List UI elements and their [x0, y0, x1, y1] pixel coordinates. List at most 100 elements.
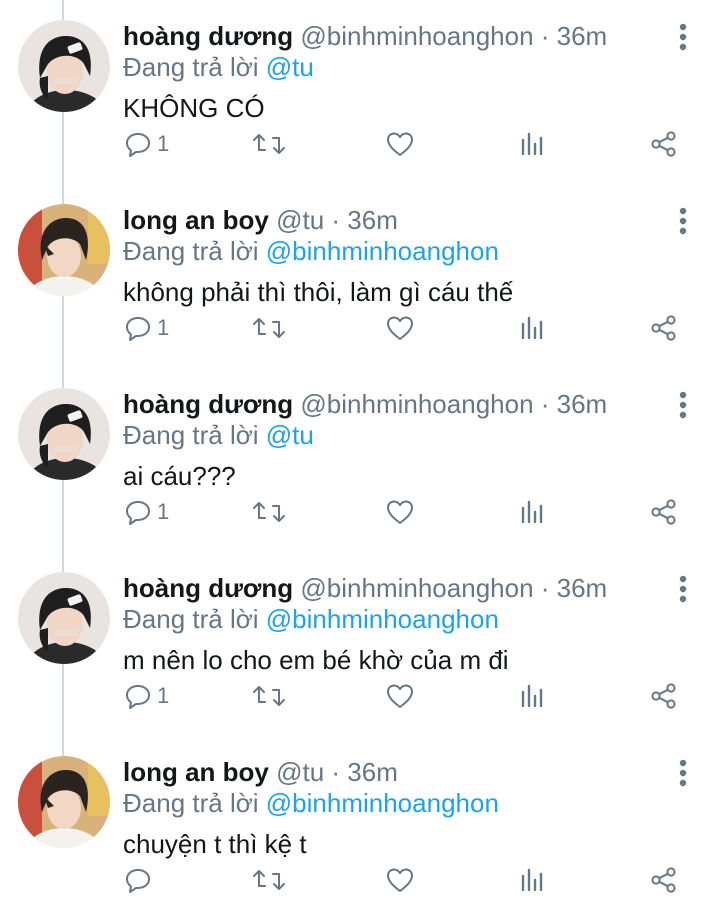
- tweet-actions: 1: [0, 308, 720, 348]
- share-icon: [651, 499, 676, 525]
- display-name[interactable]: hoàng dương: [123, 21, 293, 51]
- share-button[interactable]: [650, 124, 678, 164]
- avatar[interactable]: [18, 756, 110, 848]
- tweet-actions: 1: [0, 124, 720, 164]
- handle-and-time: @binhminhoanghon · 36m: [300, 573, 608, 603]
- replying-to: Đang trả lời @binhminhoanghon: [123, 787, 499, 819]
- handle-and-time: @tu · 36m: [276, 205, 398, 235]
- tweet-text: chuyện t thì kệ t: [123, 829, 307, 859]
- more-options-icon[interactable]: [670, 758, 696, 788]
- tweet-actions: [0, 860, 720, 900]
- heart-icon: [387, 684, 413, 708]
- retweet-button[interactable]: [252, 124, 286, 164]
- reply-button[interactable]: 1: [125, 492, 169, 532]
- mention-link[interactable]: @tu: [266, 420, 314, 450]
- avatar[interactable]: [18, 388, 110, 480]
- heart-icon: [387, 500, 413, 524]
- tweet-text: ai cáu???: [123, 461, 236, 491]
- tweet[interactable]: long an boy @tu · 36m Đang trả lời @binh…: [0, 184, 720, 368]
- avatar[interactable]: [18, 20, 110, 112]
- replying-to: Đang trả lời @binhminhoanghon: [123, 235, 499, 267]
- retweet-button[interactable]: [252, 308, 286, 348]
- handle-and-time: @binhminhoanghon · 36m: [300, 389, 608, 419]
- analytics-icon: [521, 868, 543, 892]
- tweet-text: m nên lo cho em bé khờ của m đi: [123, 645, 509, 675]
- replying-to-label: Đang trả lời: [123, 604, 266, 634]
- mention-link[interactable]: @binhminhoanghon: [266, 236, 499, 266]
- more-options-icon[interactable]: [670, 22, 696, 52]
- heart-icon: [387, 132, 413, 156]
- display-name[interactable]: long an boy: [123, 205, 269, 235]
- like-button[interactable]: [386, 860, 414, 900]
- heart-icon: [387, 316, 413, 340]
- tweet-text: không phải thì thôi, làm gì cáu thế: [123, 277, 514, 307]
- more-options-icon[interactable]: [670, 206, 696, 236]
- reply-button[interactable]: [125, 860, 157, 900]
- reply-icon: [126, 685, 150, 709]
- retweet-icon: [253, 686, 285, 706]
- replying-to: Đang trả lời @tu: [123, 419, 314, 451]
- tweet-actions: 1: [0, 676, 720, 716]
- avatar[interactable]: [18, 572, 110, 664]
- reply-button[interactable]: 1: [125, 676, 169, 716]
- avatar-hoang-duong-image: [18, 20, 110, 112]
- analytics-icon: [521, 132, 543, 156]
- tweet-header: long an boy @tu · 36m: [123, 204, 398, 236]
- tweet-actions: 1: [0, 492, 720, 532]
- avatar[interactable]: [18, 204, 110, 296]
- like-button[interactable]: [386, 308, 414, 348]
- like-button[interactable]: [386, 676, 414, 716]
- reply-icon: [126, 501, 150, 525]
- handle-and-time: @binhminhoanghon · 36m: [300, 21, 608, 51]
- reply-count: 1: [157, 131, 170, 156]
- like-button[interactable]: [386, 492, 414, 532]
- share-icon: [651, 315, 676, 341]
- tweet[interactable]: long an boy @tu · 36m Đang trả lời @binh…: [0, 736, 720, 920]
- retweet-button[interactable]: [252, 492, 286, 532]
- tweet-header: hoàng dương @binhminhoanghon · 36m: [123, 20, 607, 52]
- tweet[interactable]: hoàng dương @binhminhoanghon · 36m Đang …: [0, 552, 720, 736]
- share-icon: [651, 683, 676, 709]
- display-name[interactable]: hoàng dương: [123, 573, 293, 603]
- replying-to: Đang trả lời @tu: [123, 51, 314, 83]
- analytics-button[interactable]: [520, 124, 544, 164]
- more-options-icon[interactable]: [670, 574, 696, 604]
- mention-link[interactable]: @binhminhoanghon: [266, 604, 499, 634]
- share-icon: [651, 867, 676, 893]
- analytics-button[interactable]: [520, 308, 544, 348]
- analytics-button[interactable]: [520, 676, 544, 716]
- share-icon: [651, 131, 676, 157]
- tweet[interactable]: hoàng dương @binhminhoanghon · 36m Đang …: [0, 368, 720, 552]
- replying-to-label: Đang trả lời: [123, 788, 266, 818]
- analytics-button[interactable]: [520, 860, 544, 900]
- avatar-long-an-boy-image: [18, 204, 110, 296]
- display-name[interactable]: hoàng dương: [123, 389, 293, 419]
- retweet-icon: [253, 502, 285, 522]
- analytics-icon: [521, 500, 543, 524]
- tweet-header: hoàng dương @binhminhoanghon · 36m: [123, 572, 607, 604]
- share-button[interactable]: [650, 676, 678, 716]
- like-button[interactable]: [386, 124, 414, 164]
- reply-icon: [126, 317, 150, 341]
- analytics-button[interactable]: [520, 492, 544, 532]
- tweet-text: KHÔNG CÓ: [123, 93, 265, 123]
- display-name[interactable]: long an boy: [123, 757, 269, 787]
- share-button[interactable]: [650, 492, 678, 532]
- tweet[interactable]: hoàng dương @binhminhoanghon · 36m Đang …: [0, 0, 720, 184]
- reply-button[interactable]: 1: [125, 124, 169, 164]
- mention-link[interactable]: @tu: [266, 52, 314, 82]
- analytics-icon: [521, 684, 543, 708]
- retweet-button[interactable]: [252, 676, 286, 716]
- mention-link[interactable]: @binhminhoanghon: [266, 788, 499, 818]
- avatar-hoang-duong-image: [18, 572, 110, 664]
- replying-to-label: Đang trả lời: [123, 236, 266, 266]
- replying-to-label: Đang trả lời: [123, 52, 266, 82]
- reply-button[interactable]: 1: [125, 308, 169, 348]
- retweet-icon: [253, 870, 285, 890]
- retweet-button[interactable]: [252, 860, 286, 900]
- replying-to-label: Đang trả lời: [123, 420, 266, 450]
- share-button[interactable]: [650, 308, 678, 348]
- more-options-icon[interactable]: [670, 390, 696, 420]
- share-button[interactable]: [650, 860, 678, 900]
- reply-count: 1: [157, 499, 170, 524]
